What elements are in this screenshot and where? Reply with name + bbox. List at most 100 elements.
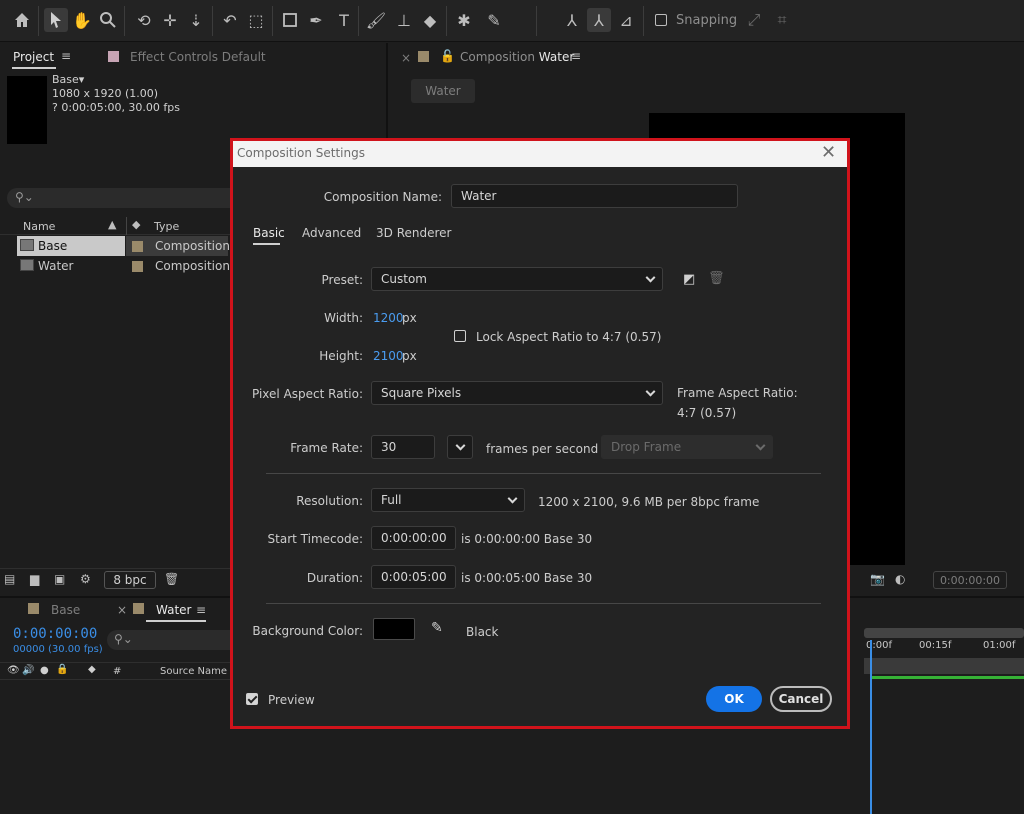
tab-effect-controls[interactable]: Effect Controls Default <box>130 50 266 64</box>
tab-project[interactable]: Project <box>13 50 54 64</box>
start-timecode-input[interactable]: 0:00:00:00 <box>371 526 456 550</box>
audio-icon[interactable]: 🔊 <box>22 665 34 676</box>
ok-button[interactable]: OK <box>706 686 762 712</box>
axis-world-icon[interactable]: ⅄ <box>587 8 611 32</box>
comp-thumbnail <box>7 76 47 144</box>
snapping-checkbox[interactable] <box>655 14 667 26</box>
undo-icon[interactable]: ↶ <box>218 8 242 32</box>
comp-name-input[interactable]: Water <box>451 184 738 208</box>
new-folder-icon[interactable]: ▆ <box>30 572 39 586</box>
project-settings-icon[interactable]: ⚙ <box>80 572 91 586</box>
tab-timeline-water[interactable]: Water <box>156 603 191 617</box>
lock-icon[interactable]: 🔒 <box>56 664 68 675</box>
home-icon[interactable] <box>10 8 34 32</box>
viewer-timecode[interactable]: 0:00:00:00 <box>933 571 1007 589</box>
row-name: Base <box>38 239 68 253</box>
bpc-button[interactable]: 8 bpc <box>104 571 156 589</box>
comp-label-swatch <box>418 51 429 62</box>
rectangle-icon[interactable] <box>278 8 302 32</box>
row-type: Composition <box>155 259 230 273</box>
axis-view-icon[interactable]: ⊿ <box>614 8 638 32</box>
tab-basic[interactable]: Basic <box>253 226 285 240</box>
tab-3d-renderer[interactable]: 3D Renderer <box>376 226 451 240</box>
par-value: Square Pixels <box>381 386 462 400</box>
delete-icon[interactable]: 🗑 <box>164 572 179 586</box>
height-label: Height: <box>319 349 363 363</box>
tab-composition-prefix: Composition <box>460 50 535 64</box>
divider <box>266 473 821 474</box>
work-area-bar[interactable] <box>864 628 1024 638</box>
show-snapshot-icon[interactable]: ◐ <box>895 572 905 586</box>
timeline-search-input[interactable]: ⚲⌄ <box>107 630 247 650</box>
snapshot-icon[interactable]: 📷 <box>870 572 885 586</box>
par-dropdown[interactable]: Square Pixels <box>371 381 663 405</box>
lock-aspect-checkbox[interactable] <box>454 330 466 342</box>
clone-stamp-icon[interactable]: ⊥ <box>392 8 416 32</box>
width-value[interactable]: 1200 <box>373 311 404 325</box>
preview-checkbox[interactable] <box>246 693 258 705</box>
lock-icon[interactable]: 🔓 <box>440 49 455 63</box>
tab-advanced[interactable]: Advanced <box>302 226 361 240</box>
sort-up-icon[interactable]: ▲ <box>108 218 116 231</box>
label-tag-icon[interactable]: ◆ <box>132 218 140 231</box>
eyedropper-icon[interactable]: ✎ <box>431 620 443 636</box>
comp-flow-chip[interactable]: Water <box>411 79 475 103</box>
type-icon[interactable]: T <box>332 8 356 32</box>
resolution-dropdown[interactable]: Full <box>371 488 525 512</box>
selection-arrow-icon[interactable] <box>44 8 68 32</box>
label-swatch[interactable] <box>132 241 143 252</box>
tab-composition[interactable]: Composition Water <box>460 50 574 64</box>
eraser-icon[interactable]: ◆ <box>418 8 442 32</box>
frame-rate-label: Frame Rate: <box>290 441 363 455</box>
interpret-footage-icon[interactable]: ▤ <box>4 572 15 586</box>
dropdown-arrow-icon[interactable]: ▾ <box>79 73 85 86</box>
marquee-icon[interactable]: ⬚ <box>244 8 268 32</box>
brush-icon[interactable]: 🖌 <box>364 8 388 32</box>
cancel-button[interactable]: Cancel <box>770 686 832 712</box>
anchor-icon[interactable]: ✛ <box>158 8 182 32</box>
close-tab-icon[interactable]: × <box>401 51 411 65</box>
search-icon: ⚲⌄ <box>15 190 34 204</box>
eye-icon[interactable]: 👁 <box>7 665 20 676</box>
timeline-timecode[interactable]: 0:00:00:00 <box>13 626 97 642</box>
frame-rate-dropdown[interactable] <box>447 435 473 459</box>
move-behind-icon[interactable]: ⇣ <box>184 8 208 32</box>
delete-preset-icon[interactable]: 🗑 <box>708 271 725 286</box>
timeline-track[interactable] <box>864 658 1024 674</box>
col-type[interactable]: Type <box>154 220 179 233</box>
timeline-menu-icon[interactable]: ≡ <box>196 603 206 617</box>
viewer-menu-icon[interactable]: ≡ <box>571 49 581 63</box>
new-composition-icon[interactable]: ▣ <box>54 572 65 586</box>
hand-icon[interactable]: ✋ <box>70 8 94 32</box>
label-swatch[interactable] <box>132 261 143 272</box>
close-icon[interactable]: ✕ <box>821 142 836 163</box>
dialog-title: Composition Settings <box>237 146 365 160</box>
zoom-icon[interactable] <box>96 8 120 32</box>
frame-rate-input[interactable]: 30 <box>371 435 435 459</box>
timeline-frame-count: 00000 (30.00 fps) <box>13 644 103 655</box>
pen-icon[interactable]: ✒ <box>304 8 328 32</box>
comp-info: Base▾ 1080 x 1920 (1.00) ? 0:00:05:00, 3… <box>52 73 180 115</box>
col-source-name[interactable]: Source Name <box>160 666 227 677</box>
tab-timeline-base[interactable]: Base <box>51 603 80 617</box>
snap-edges-icon[interactable]: ⤢ <box>742 8 766 32</box>
close-tab-icon[interactable]: × <box>117 603 127 617</box>
comp-info-dimensions: 1080 x 1920 (1.00) <box>52 87 159 100</box>
rotate-icon[interactable]: ⟲ <box>132 8 156 32</box>
playhead[interactable] <box>870 640 872 814</box>
height-value[interactable]: 2100 <box>373 349 404 363</box>
label-tag-icon[interactable]: ◆ <box>88 664 96 675</box>
save-preset-icon[interactable]: ◩ <box>683 272 695 287</box>
axis-local-icon[interactable]: ⅄ <box>560 8 584 32</box>
col-name[interactable]: Name <box>23 220 55 233</box>
project-menu-icon[interactable]: ≡ <box>61 49 71 63</box>
roto-brush-icon[interactable]: ✱ <box>452 8 476 32</box>
tab-composition-name: Water <box>538 50 575 64</box>
preset-label: Preset: <box>321 273 363 287</box>
snap-features-icon[interactable]: ⌗ <box>770 8 794 32</box>
solo-icon[interactable]: ● <box>40 665 49 676</box>
bg-color-swatch[interactable] <box>373 618 415 640</box>
puppet-icon[interactable]: ✎ <box>482 8 506 32</box>
duration-input[interactable]: 0:00:05:00 <box>371 565 456 589</box>
preset-dropdown[interactable]: Custom <box>371 267 663 291</box>
